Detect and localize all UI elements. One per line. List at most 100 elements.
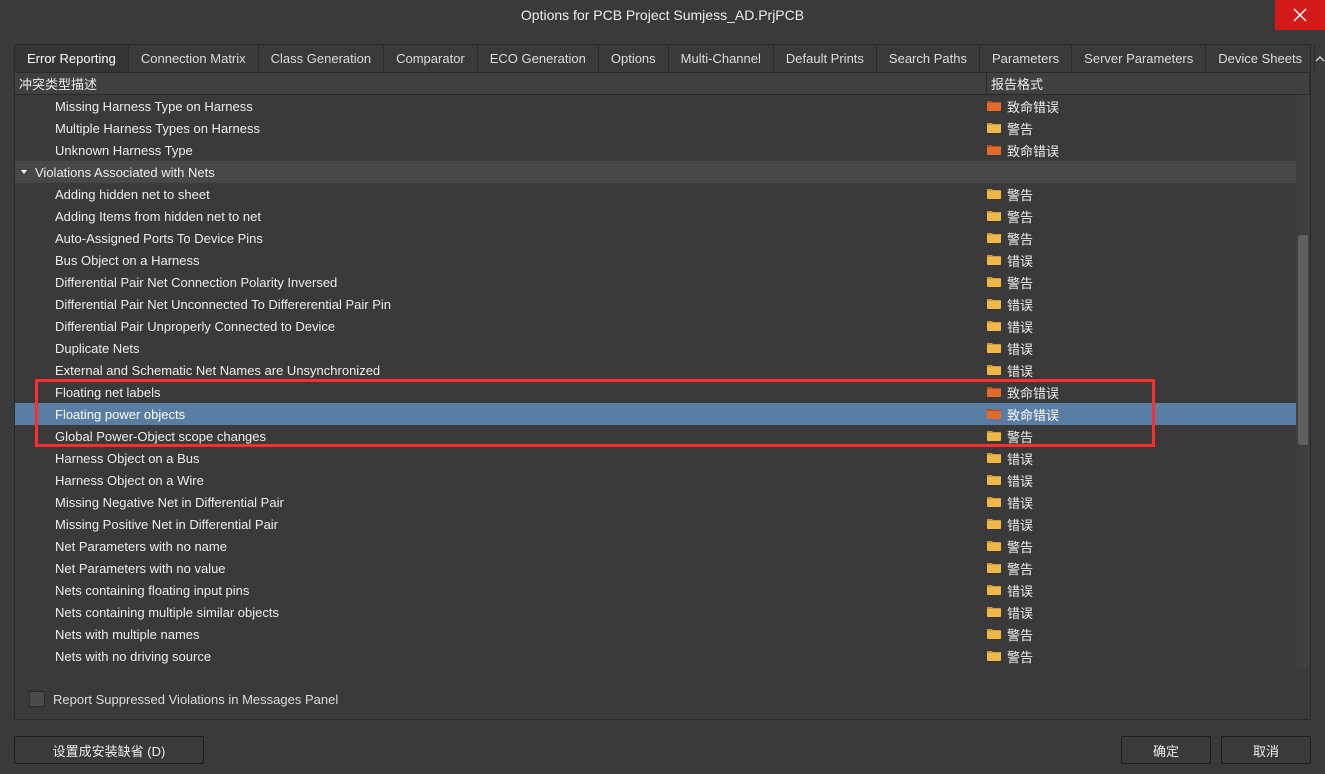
violation-row[interactable]: Nets with no driving source警告 [15, 645, 1296, 667]
report-folder-icon [987, 253, 1007, 268]
violation-row[interactable]: Floating power objects致命错误 [15, 403, 1296, 425]
report-level[interactable]: 警告 [1007, 229, 1033, 248]
report-folder-icon [987, 121, 1007, 136]
violation-row[interactable]: Differential Pair Net Unconnected To Dif… [15, 293, 1296, 315]
tab-device-sheets[interactable]: Device Sheets [1206, 45, 1315, 72]
report-folder-icon [987, 319, 1007, 334]
title-bar: Options for PCB Project Sumjess_AD.PrjPC… [0, 0, 1325, 30]
expander-icon[interactable] [19, 167, 29, 177]
violation-name: Unknown Harness Type [55, 143, 193, 158]
report-folder-icon [987, 363, 1007, 378]
tab-parameters[interactable]: Parameters [980, 45, 1072, 72]
violation-row[interactable]: Differential Pair Net Connection Polarit… [15, 271, 1296, 293]
grid-body: Missing Harness Type on Harness致命错误Multi… [15, 95, 1310, 668]
violation-row[interactable]: External and Schematic Net Names are Uns… [15, 359, 1296, 381]
defaults-button[interactable]: 设置成安装缺省 (D) [14, 736, 204, 764]
report-level[interactable]: 错误 [1007, 493, 1033, 512]
violation-row[interactable]: Net Parameters with no name警告 [15, 535, 1296, 557]
tab-eco-generation[interactable]: ECO Generation [478, 45, 599, 72]
violation-row[interactable]: Missing Harness Type on Harness致命错误 [15, 95, 1296, 117]
violation-row[interactable]: Unknown Harness Type 致命错误 [15, 139, 1296, 161]
report-level[interactable]: 致命错误 [1007, 141, 1059, 160]
violation-row[interactable]: Bus Object on a Harness错误 [15, 249, 1296, 271]
report-level[interactable]: 警告 [1007, 427, 1033, 446]
column-header-report[interactable]: 报告格式 [987, 73, 1310, 94]
report-level[interactable]: 错误 [1007, 317, 1033, 336]
report-level[interactable]: 警告 [1007, 625, 1033, 644]
tab-search-paths[interactable]: Search Paths [877, 45, 980, 72]
report-folder-icon [987, 517, 1007, 532]
report-level[interactable]: 致命错误 [1007, 383, 1059, 402]
report-level[interactable]: 警告 [1007, 273, 1033, 292]
close-button[interactable] [1275, 0, 1325, 30]
violation-name: Multiple Harness Types on Harness [55, 121, 260, 136]
violation-row[interactable]: Global Power-Object scope changes警告 [15, 425, 1296, 447]
dialog-footer: 设置成安装缺省 (D) 确定 取消 [0, 736, 1325, 766]
violation-row[interactable]: Differential Pair Unproperly Connected t… [15, 315, 1296, 337]
suppress-checkbox-label[interactable]: Report Suppressed Violations in Messages… [53, 692, 338, 707]
violation-row[interactable]: Missing Negative Net in Differential Pai… [15, 491, 1296, 513]
violation-row[interactable]: Adding hidden net to sheet警告 [15, 183, 1296, 205]
report-folder-icon [987, 649, 1007, 664]
violation-row[interactable]: Harness Object on a Bus错误 [15, 447, 1296, 469]
tab-class-generation[interactable]: Class Generation [259, 45, 384, 72]
tab-default-prints[interactable]: Default Prints [774, 45, 877, 72]
violation-row[interactable]: Duplicate Nets错误 [15, 337, 1296, 359]
violation-row[interactable]: Auto-Assigned Ports To Device Pins 警告 [15, 227, 1296, 249]
window-title: Options for PCB Project Sumjess_AD.PrjPC… [521, 7, 804, 23]
violation-name: Adding Items from hidden net to net [55, 209, 261, 224]
tab-comparator[interactable]: Comparator [384, 45, 478, 72]
report-level[interactable]: 错误 [1007, 603, 1033, 622]
report-level[interactable]: 警告 [1007, 559, 1033, 578]
vertical-scrollbar[interactable] [1296, 95, 1310, 668]
report-folder-icon [987, 473, 1007, 488]
violation-row[interactable]: Adding Items from hidden net to net 警告 [15, 205, 1296, 227]
ok-button[interactable]: 确定 [1121, 736, 1211, 764]
report-level[interactable]: 错误 [1007, 295, 1033, 314]
report-level[interactable]: 错误 [1007, 515, 1033, 534]
report-level[interactable]: 错误 [1007, 449, 1033, 468]
violation-row[interactable]: Multiple Harness Types on Harness 警告 [15, 117, 1296, 139]
report-level[interactable]: 警告 [1007, 185, 1033, 204]
report-folder-icon [987, 143, 1007, 158]
cancel-button[interactable]: 取消 [1221, 736, 1311, 764]
report-level[interactable]: 错误 [1007, 339, 1033, 358]
grid-header: 冲突类型描述 报告格式 [15, 73, 1310, 95]
report-level[interactable]: 警告 [1007, 207, 1033, 226]
report-folder-icon [987, 99, 1007, 114]
violation-name: Auto-Assigned Ports To Device Pins [55, 231, 263, 246]
violation-row[interactable]: Floating net labels致命错误 [15, 381, 1296, 403]
report-level[interactable]: 错误 [1007, 581, 1033, 600]
report-level[interactable]: 错误 [1007, 471, 1033, 490]
tab-error-reporting[interactable]: Error Reporting [15, 45, 129, 72]
violation-row[interactable]: Nets with multiple names警告 [15, 623, 1296, 645]
violation-row[interactable]: Net Parameters with no value警告 [15, 557, 1296, 579]
report-level[interactable]: 错误 [1007, 361, 1033, 380]
suppress-checkbox[interactable] [29, 691, 45, 707]
tab-scroll-up-icon[interactable] [1315, 45, 1325, 72]
report-folder-icon [987, 209, 1007, 224]
violation-name: Missing Positive Net in Differential Pai… [55, 517, 278, 532]
violation-name: Nets containing floating input pins [55, 583, 249, 598]
report-level[interactable]: 警告 [1007, 537, 1033, 556]
violation-row[interactable]: Nets containing floating input pins 错误 [15, 579, 1296, 601]
column-header-violation[interactable]: 冲突类型描述 [15, 73, 987, 94]
violation-name: Differential Pair Net Connection Polarit… [55, 275, 337, 290]
tab-multi-channel[interactable]: Multi-Channel [669, 45, 774, 72]
report-level[interactable]: 警告 [1007, 119, 1033, 138]
violation-row[interactable]: Missing Positive Net in Differential Pai… [15, 513, 1296, 535]
tab-server-parameters[interactable]: Server Parameters [1072, 45, 1206, 72]
report-level[interactable]: 错误 [1007, 251, 1033, 270]
violation-row[interactable]: Harness Object on a Wire错误 [15, 469, 1296, 491]
report-folder-icon [987, 539, 1007, 554]
tab-options[interactable]: Options [599, 45, 669, 72]
report-level[interactable]: 致命错误 [1007, 97, 1059, 116]
scrollbar-thumb[interactable] [1298, 235, 1308, 445]
group-row[interactable]: Violations Associated with Nets [15, 161, 1296, 183]
violation-row[interactable]: Nets containing multiple similar objects… [15, 601, 1296, 623]
tab-connection-matrix[interactable]: Connection Matrix [129, 45, 259, 72]
report-level[interactable]: 致命错误 [1007, 405, 1059, 424]
report-level[interactable]: 警告 [1007, 647, 1033, 666]
report-folder-icon [987, 561, 1007, 576]
report-folder-icon [987, 429, 1007, 444]
